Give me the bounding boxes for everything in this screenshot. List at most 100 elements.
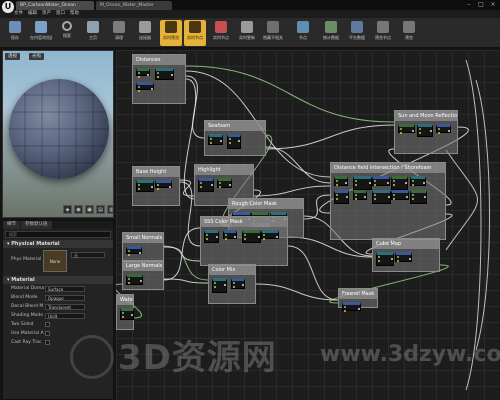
comment-distance-field-shorefoam[interactable]: Distance field intersection / Shorefoam <box>330 162 446 240</box>
use-material-attributes-checkbox[interactable] <box>45 331 50 336</box>
node-pin[interactable] <box>169 186 171 188</box>
material-node[interactable] <box>353 176 372 190</box>
node-pin[interactable] <box>157 188 159 190</box>
material-preview-viewport[interactable]: 透视 光照 ◈ ◉ ▣ ▤ ▥ <box>2 50 114 218</box>
node-pin[interactable] <box>233 286 235 288</box>
node-pin[interactable] <box>345 182 347 184</box>
node-pin[interactable] <box>412 184 414 186</box>
comment-sss-color-mask[interactable]: SSS Color Mask <box>200 216 288 266</box>
material-node[interactable] <box>398 124 415 134</box>
clean-button[interactable]: 清理 <box>108 20 130 46</box>
node-pin[interactable] <box>234 236 236 238</box>
node-pin[interactable] <box>258 236 260 238</box>
node-pin[interactable] <box>210 138 212 140</box>
material-node[interactable] <box>436 124 451 134</box>
material-node[interactable] <box>223 230 237 240</box>
node-pin[interactable] <box>374 184 376 186</box>
material-node[interactable] <box>212 278 227 293</box>
node-pin[interactable] <box>229 184 231 186</box>
material-node[interactable] <box>372 176 390 186</box>
home-button[interactable]: 主页 <box>82 20 104 46</box>
node-pin[interactable] <box>400 132 402 134</box>
search-button[interactable]: 搜索 <box>56 20 78 46</box>
comment-fresnel-mask[interactable]: Fresnel Mask <box>338 288 378 312</box>
comment-small-normals[interactable]: Small Normals <box>122 232 164 262</box>
node-pin[interactable] <box>419 132 421 134</box>
mesh-icon[interactable]: ▥ <box>107 205 113 214</box>
node-pin[interactable] <box>344 310 346 312</box>
node-pin[interactable] <box>263 238 265 240</box>
blend-mode-select[interactable]: Opaque <box>45 294 85 301</box>
node-pin[interactable] <box>355 194 357 196</box>
node-pin[interactable] <box>131 314 133 316</box>
node-pin[interactable] <box>448 130 450 132</box>
comment-water-alpha[interactable]: Water Alpha <box>116 294 134 330</box>
node-pin[interactable] <box>244 238 246 240</box>
node-pin[interactable] <box>122 316 124 318</box>
material-node[interactable] <box>376 252 394 266</box>
node-pin[interactable] <box>225 238 227 240</box>
tab-details[interactable]: 细节 <box>3 221 20 229</box>
material-node[interactable] <box>334 176 348 186</box>
decal-blend-select[interactable]: Translucent <box>45 303 85 310</box>
node-pin[interactable] <box>388 196 390 198</box>
node-pin[interactable] <box>393 180 395 182</box>
node-pin[interactable] <box>378 260 380 262</box>
node-pin[interactable] <box>206 234 208 236</box>
comment-color-mix[interactable]: Color Mix <box>208 264 256 304</box>
material-node[interactable] <box>417 124 433 137</box>
node-pin[interactable] <box>138 76 140 78</box>
node-pin[interactable] <box>412 198 414 200</box>
node-pin[interactable] <box>138 90 140 92</box>
material-node[interactable] <box>126 246 142 256</box>
node-pin[interactable] <box>219 182 221 184</box>
node-pin[interactable] <box>157 72 159 74</box>
node-pin[interactable] <box>225 234 227 236</box>
stats-button[interactable]: 统计数据 <box>320 20 342 46</box>
node-pin[interactable] <box>211 184 213 186</box>
details-search-input[interactable]: 搜索 <box>5 231 111 238</box>
material-node[interactable] <box>155 68 174 80</box>
material-node[interactable] <box>155 180 172 190</box>
node-pin[interactable] <box>151 186 153 188</box>
live-nodes-button[interactable]: 实时节点 <box>184 20 206 46</box>
material-node[interactable] <box>136 68 150 78</box>
material-node[interactable] <box>208 134 223 145</box>
node-pin[interactable] <box>263 234 265 236</box>
preview-button[interactable]: 预览 <box>398 20 420 46</box>
category-material[interactable]: ▾ Material <box>3 276 113 284</box>
node-pin[interactable] <box>128 278 130 280</box>
node-pin[interactable] <box>138 188 140 190</box>
comment-seafoam[interactable]: Seafoam <box>204 120 266 156</box>
sphere-icon[interactable]: ◉ <box>74 205 83 214</box>
node-pin[interactable] <box>220 140 222 142</box>
cast-ray-traced-checkbox[interactable] <box>45 340 50 345</box>
material-node[interactable] <box>391 176 408 190</box>
node-pin[interactable] <box>409 258 411 260</box>
comment-base-height[interactable]: Base Height <box>132 166 180 206</box>
menu-edit[interactable]: 编辑 <box>28 10 37 18</box>
maximize-button[interactable]: □ <box>476 1 486 9</box>
node-pin[interactable] <box>397 260 399 262</box>
material-node[interactable] <box>261 230 279 240</box>
node-pin[interactable] <box>157 184 159 186</box>
node-pin[interactable] <box>336 198 338 200</box>
node-pin[interactable] <box>210 142 212 144</box>
menu-window[interactable]: 窗口 <box>56 10 65 18</box>
node-pin[interactable] <box>397 256 399 258</box>
node-pin[interactable] <box>405 182 407 184</box>
node-pin[interactable] <box>393 198 395 200</box>
node-pin[interactable] <box>224 284 226 286</box>
menu-file[interactable]: 文件 <box>14 10 23 18</box>
node-pin[interactable] <box>151 88 153 90</box>
node-pin[interactable] <box>419 128 421 130</box>
node-pin[interactable] <box>242 284 244 286</box>
material-node[interactable] <box>410 176 426 186</box>
node-pin[interactable] <box>344 306 346 308</box>
browse-button[interactable]: 在内容浏览器中查找 <box>30 20 52 46</box>
node-pin[interactable] <box>138 184 140 186</box>
material-node[interactable] <box>217 178 232 188</box>
hide-unrelated-button[interactable]: 隐藏不相关 <box>262 20 284 46</box>
material-node[interactable] <box>410 190 427 204</box>
node-pin[interactable] <box>374 194 376 196</box>
